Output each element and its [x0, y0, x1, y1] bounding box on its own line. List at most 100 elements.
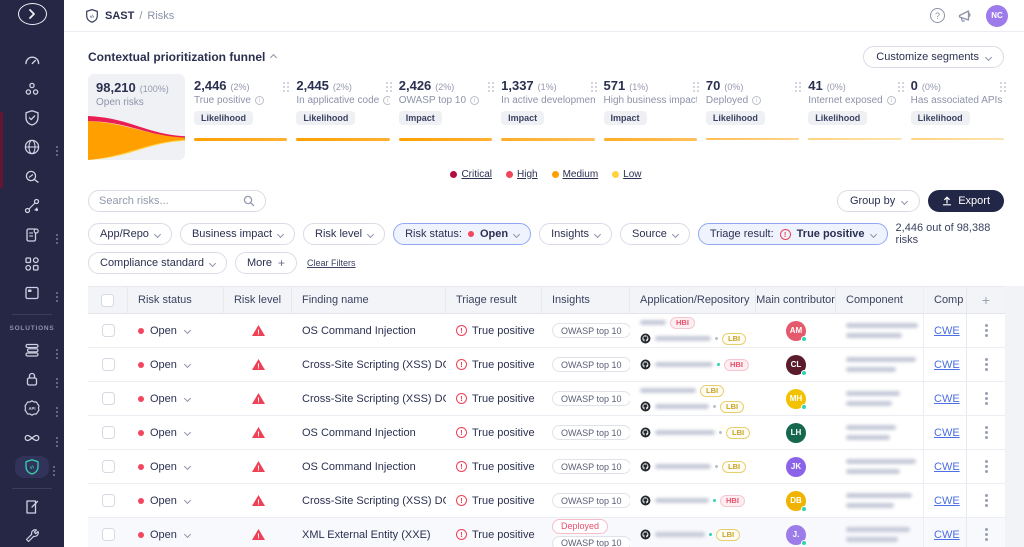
sidebar-item-api-security[interactable]: API — [12, 397, 52, 419]
column-header-risk-level[interactable]: Risk level — [224, 287, 292, 313]
finding-name-link[interactable]: OS Command Injection — [302, 427, 416, 439]
column-header-main-contributor[interactable]: Main contributor — [756, 287, 836, 313]
info-icon[interactable]: i — [470, 96, 479, 105]
funnel-segment[interactable]: 1,337(1%)In active developmentiImpact — [501, 74, 594, 160]
finding-name-link[interactable]: Cross-Site Scripting (XSS) DO... — [302, 495, 446, 507]
funnel-segment[interactable]: 2,446(2%)True positiveiLikelihood — [194, 74, 287, 160]
sidebar-item-inventory[interactable] — [12, 224, 52, 246]
application-repository-cell[interactable]: LBI — [630, 518, 756, 547]
filter-more-button[interactable]: More+ — [235, 252, 297, 274]
funnel-segment[interactable]: 41(0%)Internet exposediLikelihood — [808, 74, 901, 160]
sidebar-item-dashboard[interactable] — [12, 49, 52, 71]
search-input[interactable] — [99, 195, 243, 207]
contributor-avatar[interactable]: LH — [786, 423, 806, 443]
application-repository-cell[interactable]: LBI — [630, 416, 756, 449]
add-column-button[interactable]: + — [967, 287, 1005, 313]
sidebar-item-sast-active[interactable]: ‹/› — [15, 456, 49, 478]
sidebar-item-menu-icon[interactable] — [56, 292, 58, 294]
contributor-avatar[interactable]: AM — [786, 321, 806, 341]
finding-name-link[interactable]: XML External Entity (XXE) — [302, 529, 431, 541]
contributor-avatar[interactable]: MH — [786, 389, 806, 409]
funnel-segment[interactable]: 571(1%)High business impactiImpact — [604, 74, 697, 160]
cwe-link[interactable]: CWE — [934, 393, 960, 405]
row-checkbox[interactable] — [102, 324, 115, 337]
legend-item-low[interactable]: Low — [612, 169, 641, 180]
sidebar-item-menu-icon[interactable] — [56, 378, 58, 380]
application-repository-cell[interactable]: LBI — [630, 450, 756, 483]
filter-triage-result[interactable]: Triage result:!True positive — [698, 223, 888, 245]
row-menu-button[interactable] — [967, 314, 1005, 347]
table-row[interactable]: Open ! Cross-Site Scripting (XSS) DO... … — [88, 484, 1005, 518]
filter-compliance-standard[interactable]: Compliance standard — [88, 252, 227, 274]
chevron-down-icon[interactable] — [184, 463, 191, 470]
main-contributor-cell[interactable]: DB — [756, 484, 836, 517]
table-row[interactable]: Open ! Cross-Site Scripting (XSS) DO... … — [88, 348, 1005, 382]
row-menu-button[interactable] — [967, 518, 1005, 547]
logo-icon[interactable] — [18, 3, 47, 25]
sidebar-item-discovery[interactable] — [12, 166, 52, 188]
clear-filters-link[interactable]: Clear Filters — [307, 258, 356, 268]
user-avatar[interactable]: NC — [986, 5, 1008, 27]
main-contributor-cell[interactable]: CL — [756, 348, 836, 381]
row-checkbox[interactable] — [102, 528, 115, 541]
sidebar-item-menu-icon[interactable] — [56, 234, 58, 236]
contributor-avatar[interactable]: CL — [786, 355, 806, 375]
funnel-segment[interactable]: 2,426(2%)OWASP top 10iImpact — [399, 74, 492, 160]
row-menu-button[interactable] — [967, 416, 1005, 449]
legend-item-critical[interactable]: Critical — [450, 169, 492, 180]
help-icon[interactable]: ? — [930, 8, 945, 23]
main-contributor-cell[interactable]: J. — [756, 518, 836, 547]
chevron-down-icon[interactable] — [184, 429, 191, 436]
finding-name-link[interactable]: OS Command Injection — [302, 325, 416, 337]
table-row[interactable]: Open ! OS Command Injection ! True posit… — [88, 314, 1005, 348]
row-checkbox[interactable] — [102, 494, 115, 507]
export-button[interactable]: Export — [928, 190, 1004, 212]
filter-risk-status[interactable]: Risk status:Open — [393, 223, 531, 245]
breadcrumb-product[interactable]: SAST — [105, 10, 134, 22]
info-icon[interactable]: i — [255, 96, 264, 105]
chevron-down-icon[interactable] — [184, 361, 191, 368]
info-icon[interactable]: i — [887, 96, 896, 105]
sidebar-item-menu-icon[interactable] — [53, 466, 55, 468]
row-checkbox[interactable] — [102, 358, 115, 371]
drag-handle-icon[interactable] — [693, 82, 695, 84]
finding-name-link[interactable]: Cross-Site Scripting (XSS) DO... — [302, 393, 446, 405]
group-by-button[interactable]: Group by — [837, 190, 920, 212]
row-menu-button[interactable] — [967, 382, 1005, 415]
finding-name-link[interactable]: Cross-Site Scripting (XSS) DO... — [302, 359, 446, 371]
chevron-down-icon[interactable] — [184, 497, 191, 504]
filter-business-impact[interactable]: Business impact — [180, 223, 295, 245]
table-row[interactable]: Open ! OS Command Injection ! True posit… — [88, 416, 1005, 450]
application-repository-cell[interactable]: HBI — [630, 484, 756, 517]
row-menu-button[interactable] — [967, 348, 1005, 381]
announcement-icon[interactable] — [957, 8, 974, 23]
sidebar-item-settings[interactable] — [12, 525, 52, 547]
sidebar-item-risks[interactable] — [12, 78, 52, 100]
column-header-application-repository[interactable]: Application/Repository — [630, 287, 756, 313]
drag-handle-icon[interactable] — [898, 82, 900, 84]
risk-status-cell[interactable]: Open — [128, 518, 224, 547]
main-contributor-cell[interactable]: MH — [756, 382, 836, 415]
sidebar-item-menu-icon[interactable] — [56, 407, 58, 409]
row-menu-button[interactable] — [967, 484, 1005, 517]
select-all-checkbox[interactable] — [101, 294, 114, 307]
cwe-link[interactable]: CWE — [934, 461, 960, 473]
column-header-comp[interactable]: Comp — [924, 287, 967, 313]
funnel-segment[interactable]: 2,445(2%)In applicative codeiLikelihood — [296, 74, 389, 160]
info-icon[interactable]: i — [383, 96, 390, 105]
sidebar-item-cicd[interactable] — [12, 427, 52, 449]
application-repository-cell[interactable]: LBILBI — [630, 382, 756, 415]
filter-insights[interactable]: Insights — [539, 223, 612, 245]
funnel-segment[interactable]: 70(0%)DeployediLikelihood — [706, 74, 799, 160]
finding-name-link[interactable]: OS Command Injection — [302, 461, 416, 473]
chevron-down-icon[interactable] — [184, 327, 191, 334]
column-header-triage-result[interactable]: Triage result — [446, 287, 542, 313]
sidebar-item-secrets[interactable] — [12, 368, 52, 390]
contributor-avatar[interactable]: JK — [786, 457, 806, 477]
sidebar-item-menu-icon[interactable] — [56, 349, 58, 351]
table-row[interactable]: Open ! Cross-Site Scripting (XSS) DO... … — [88, 382, 1005, 416]
filter-source[interactable]: Source — [620, 223, 690, 245]
column-header-component[interactable]: Component — [836, 287, 924, 313]
table-row[interactable]: Open ! XML External Entity (XXE) ! True … — [88, 518, 1005, 547]
sidebar-item-graph[interactable] — [12, 195, 52, 217]
